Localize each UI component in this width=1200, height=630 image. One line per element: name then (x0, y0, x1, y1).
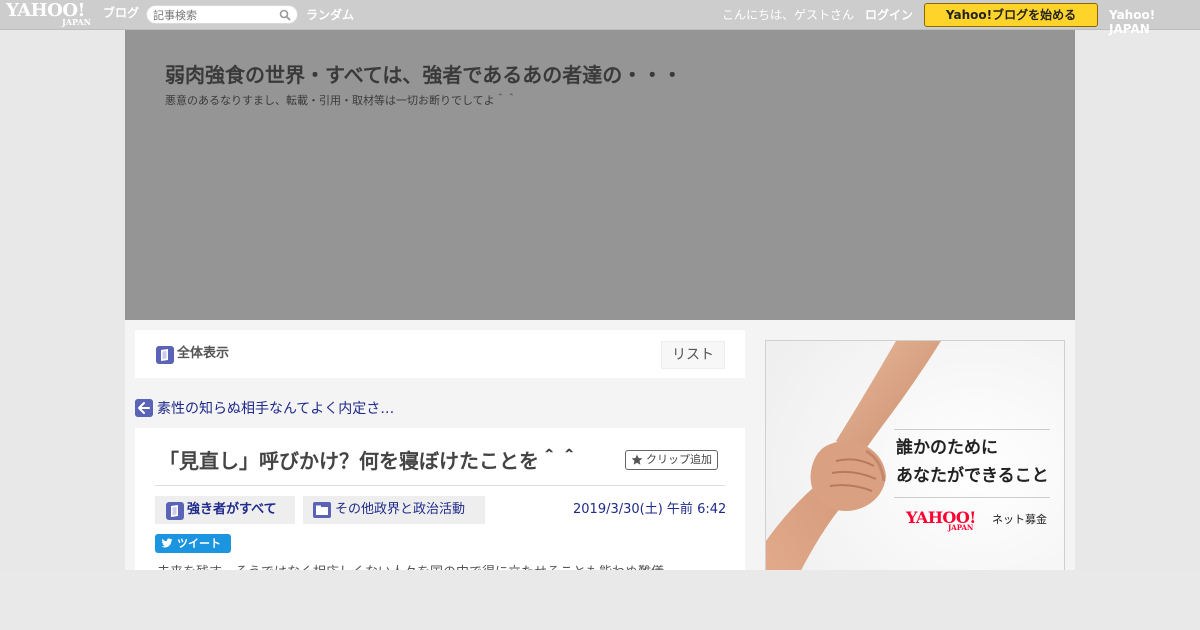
list-view-button[interactable]: リスト (661, 341, 725, 369)
logo-blog-text: ブログ (103, 6, 140, 20)
ad-brand-sub: JAPAN (948, 523, 974, 532)
blog-description: 悪意のあるなりすまし、転載・引用・取材等は一切お断りでしてよ＾＾ (165, 94, 517, 107)
global-topbar: YAHOO! JAPAN ブログ ランダム こんにちは、ゲストさん ログイン Y… (0, 0, 1200, 36)
logo-sub-text: JAPAN (62, 17, 91, 27)
greeting-text: こんにちは、ゲストさん (722, 8, 855, 22)
full-view-link[interactable]: 全体表示 (177, 346, 229, 362)
blog-category-label: 強き者がすべて (187, 502, 277, 517)
login-link[interactable]: ログイン (865, 8, 913, 22)
blog-header: 弱肉強食の世界・すべては、強者であるあの者達の・・・ 悪意のあるなりすまし、転載… (125, 30, 1075, 320)
yahoo-japan-link[interactable]: Yahoo! JAPAN (1109, 8, 1200, 36)
arrow-left-icon (135, 399, 153, 417)
search-box (146, 5, 298, 24)
ad-divider-bottom (894, 497, 1050, 498)
previous-article-title: 素性の知らぬ相手なんてよく内定さ… (157, 401, 395, 417)
ad-copy-line1: 誰かのために (896, 438, 998, 458)
blog-title[interactable]: 弱肉強食の世界・すべては、強者であるあの者達の・・・ (165, 62, 682, 88)
clip-add-label: クリップ追加 (646, 453, 712, 466)
blog-book-icon (166, 502, 184, 520)
random-link[interactable]: ランダム (306, 8, 354, 22)
content-wrapper: 弱肉強食の世界・すべては、強者であるあの者達の・・・ 悪意のあるなりすまし、転載… (125, 30, 1075, 630)
blog-book-icon (156, 346, 174, 364)
twitter-bird-icon (161, 538, 173, 548)
start-blog-button[interactable]: Yahoo!ブログを始める (924, 3, 1098, 27)
ad-brand-name: ネット募金 (992, 513, 1047, 526)
blog-category-tag[interactable]: 強き者がすべて (155, 496, 295, 524)
genre-category-label: その他政界と政治活動 (335, 502, 466, 517)
ad-brand-logo: YAHOO! JAPAN ネット募金 (906, 509, 1056, 533)
charity-ad-banner[interactable]: 誰かのために あなたができること YAHOO! JAPAN ネット募金 (765, 340, 1065, 600)
ad-divider-top (894, 429, 1050, 430)
article-title[interactable]: 「見直し」呼びかけ？何を寝ぼけたことを＾＾ (159, 448, 579, 474)
star-icon (631, 454, 643, 465)
title-divider (155, 485, 725, 486)
folder-icon (313, 502, 331, 518)
clip-add-button[interactable]: クリップ追加 (625, 450, 718, 470)
previous-article-link[interactable]: 素性の知らぬ相手なんてよく内定さ… (135, 399, 455, 419)
yahoo-blog-logo[interactable]: YAHOO! JAPAN (6, 2, 102, 28)
page-bottom-band (0, 570, 1200, 630)
article-date: 2019/3/30(土) 午前 6:42 (573, 502, 727, 517)
tweet-label: ツイート (177, 537, 221, 550)
search-input[interactable] (153, 7, 273, 23)
view-toolbar: 全体表示 リスト (135, 330, 745, 378)
genre-category-tag[interactable]: その他政界と政治活動 (303, 496, 485, 524)
search-icon[interactable] (279, 9, 291, 21)
ad-copy-line2: あなたができること (896, 466, 1049, 486)
tweet-button[interactable]: ツイート (155, 534, 231, 553)
